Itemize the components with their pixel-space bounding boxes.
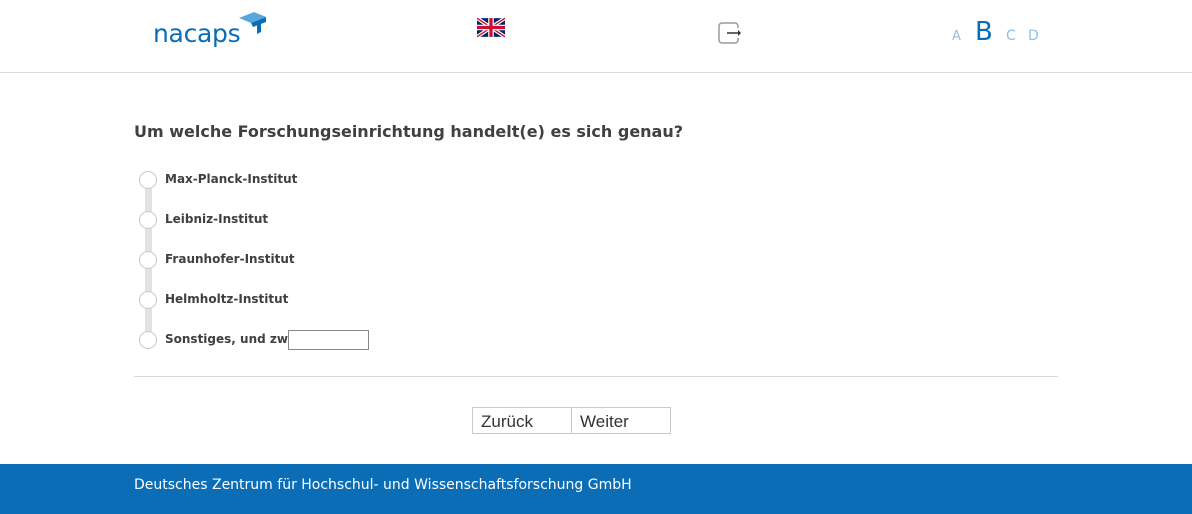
uk-flag-icon[interactable] xyxy=(477,17,505,38)
option-fraunhofer[interactable]: Fraunhofer-Institut xyxy=(139,251,539,271)
footer: Deutsches Zentrum für Hochschul- und Wis… xyxy=(0,464,1192,514)
option-helmholtz[interactable]: Helmholtz-Institut xyxy=(139,291,539,311)
radio-button[interactable] xyxy=(139,331,157,349)
question-title: Um welche Forschungseinrichtung handelt(… xyxy=(134,122,684,141)
option-max-planck[interactable]: Max-Planck-Institut xyxy=(139,171,539,191)
other-text-input[interactable] xyxy=(288,330,369,350)
radio-button[interactable] xyxy=(139,211,157,229)
option-other[interactable]: Sonstiges, und zwar: xyxy=(139,330,539,351)
option-label: Leibniz-Institut xyxy=(165,212,269,226)
nacaps-logo: nacaps xyxy=(153,10,268,50)
navigation-buttons: Zurück Weiter xyxy=(472,407,671,434)
font-size-d[interactable]: D xyxy=(1028,28,1039,44)
font-size-b[interactable]: B xyxy=(975,17,993,47)
option-label: Max-Planck-Institut xyxy=(165,172,298,186)
font-size-a[interactable]: A xyxy=(952,29,961,44)
font-size-c[interactable]: C xyxy=(1006,28,1016,44)
header: nacaps A B C D xyxy=(0,0,1192,73)
radio-button[interactable] xyxy=(139,251,157,269)
option-label: Helmholtz-Institut xyxy=(165,292,289,306)
divider xyxy=(134,376,1058,377)
footer-text: Deutsches Zentrum für Hochschul- und Wis… xyxy=(134,477,632,493)
logo-text: nacaps xyxy=(153,19,241,48)
option-leibniz[interactable]: Leibniz-Institut xyxy=(139,211,539,231)
radio-button[interactable] xyxy=(139,291,157,309)
radio-button[interactable] xyxy=(139,171,157,189)
back-button[interactable]: Zurück xyxy=(473,408,572,433)
option-label: Sonstiges, und zwar: xyxy=(165,332,307,346)
option-label: Fraunhofer-Institut xyxy=(165,252,295,266)
logout-icon[interactable] xyxy=(718,22,742,44)
graduation-cap-icon xyxy=(239,12,266,34)
next-button[interactable]: Weiter xyxy=(572,408,670,433)
